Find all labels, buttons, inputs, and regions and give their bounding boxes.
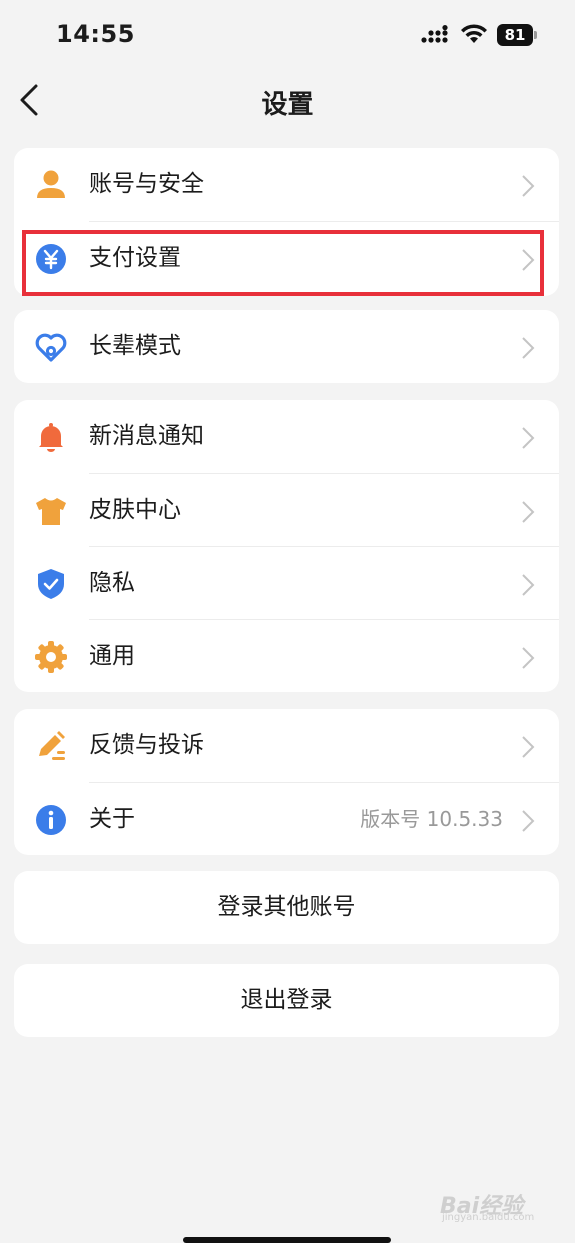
version-text: 版本号 10.5.33 [360,807,503,831]
settings-item-label: 关于 [89,806,135,832]
settings-item-label: 隐私 [89,570,135,596]
chevron-right-icon [522,175,535,197]
gear-icon [35,641,67,673]
settings-item-about[interactable]: 关于 版本号 10.5.33 [14,783,559,855]
bell-icon [39,423,63,452]
settings-item-label: 通用 [89,643,135,669]
settings-item-label: 反馈与投诉 [89,732,204,758]
settings-group-general: 新消息通知 皮肤中心 隐私 通用 [14,400,559,692]
settings-item-notifications[interactable]: 新消息通知 [14,400,559,473]
watermark-sub: jingyan.baidu.com [442,1212,535,1223]
chevron-right-icon [522,337,535,359]
person-icon [37,170,65,198]
settings-item-general[interactable]: 通用 [14,620,559,692]
heart-icon [35,333,67,362]
settings-item-privacy[interactable]: 隐私 [14,547,559,620]
highlight-box [22,230,544,296]
settings-item-label: 新消息通知 [89,423,204,449]
chevron-right-icon [522,427,535,449]
settings-item-skin-center[interactable]: 皮肤中心 [14,474,559,547]
settings-group-about: 反馈与投诉 关于 版本号 10.5.33 [14,709,559,855]
info-icon [36,805,66,835]
status-bar: 14:55 81 [0,0,575,70]
logout-button[interactable]: 退出登录 [14,964,559,1037]
switch-account-button[interactable]: 登录其他账号 [14,871,559,944]
settings-item-label: 皮肤中心 [89,497,181,523]
wifi-icon [461,24,487,43]
shirt-icon [36,498,66,525]
page-title: 设置 [261,90,314,120]
cellular-signal-icon [421,25,448,43]
battery-icon: 81 [497,24,539,46]
home-indicator [183,1237,391,1243]
chevron-right-icon [522,810,535,832]
settings-item-label: 账号与安全 [89,171,204,197]
chevron-right-icon [522,736,535,758]
settings-item-elder-mode[interactable]: 长辈模式 [14,310,559,383]
chevron-right-icon [522,574,535,596]
status-time: 14:55 [56,20,135,48]
shield-icon [38,569,64,599]
nav-bar: 设置 [0,70,575,130]
watermark: Bai经验 jingyan.baidu.com [440,1182,550,1223]
settings-group-elder: 长辈模式 [14,310,559,383]
settings-item-account-security[interactable]: 账号与安全 [14,148,559,221]
settings-item-feedback[interactable]: 反馈与投诉 [14,709,559,782]
settings-item-label: 长辈模式 [89,333,181,359]
chevron-right-icon [522,647,535,669]
pencil-icon [39,731,65,760]
chevron-right-icon [522,501,535,523]
battery-level: 81 [497,24,533,46]
